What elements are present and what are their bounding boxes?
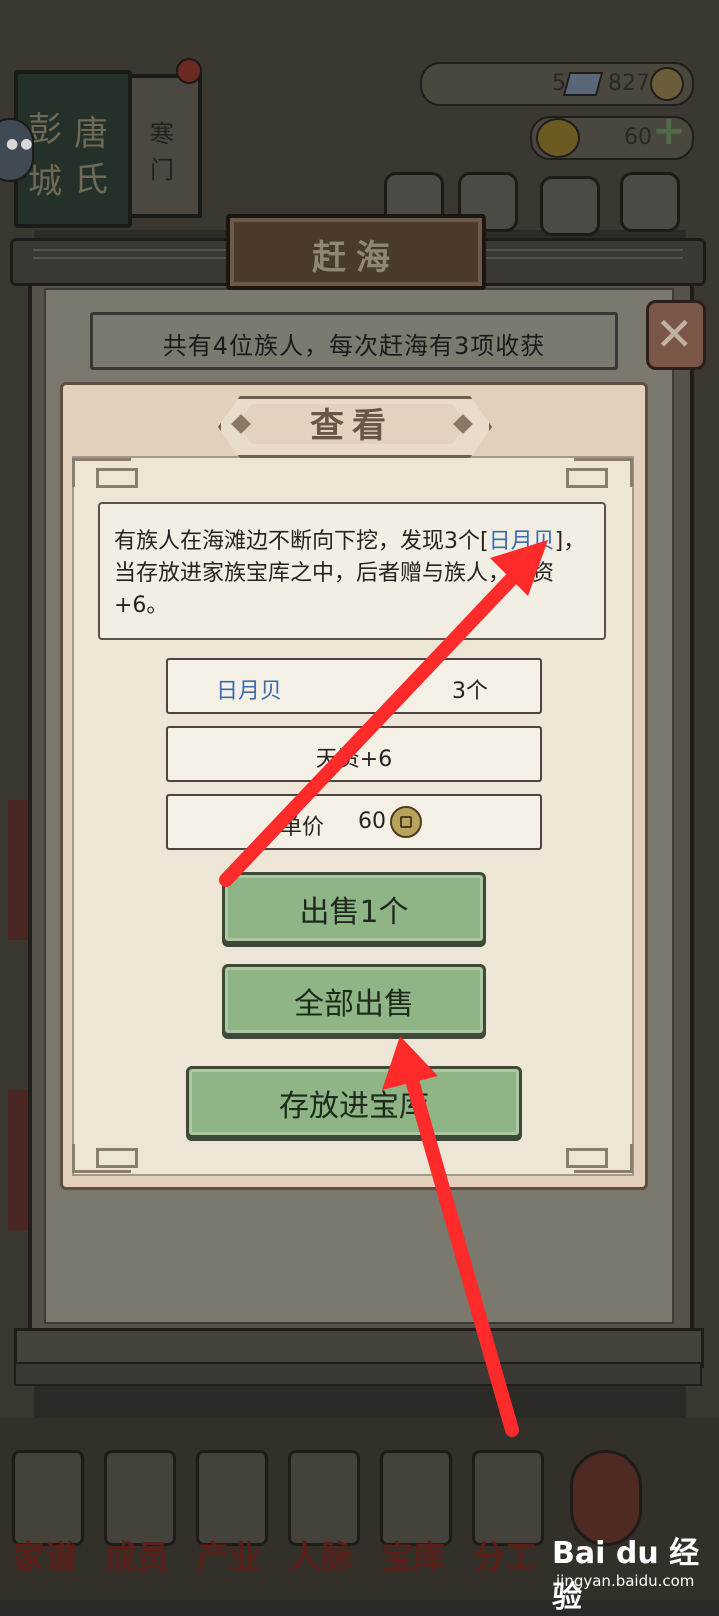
food-count: 60 bbox=[624, 125, 652, 150]
store-button[interactable]: 存放进宝库 bbox=[186, 1066, 522, 1138]
food-icon bbox=[536, 118, 580, 158]
notification-dot bbox=[176, 58, 202, 84]
nav-label: 人脉 bbox=[288, 1538, 353, 1576]
price-row: 单价 60 bbox=[166, 794, 542, 850]
price-label: 单价 bbox=[280, 815, 325, 840]
info-text: 共有4位族人，每次赶海有3项收获 bbox=[162, 332, 546, 360]
nav-item-treasury[interactable]: 宝库 bbox=[370, 1440, 456, 1590]
nav-label: 分工 bbox=[472, 1538, 537, 1576]
gem-icon bbox=[562, 72, 604, 96]
description-text: 有族人在海滩边不断向下挖，发现3个[日月贝]，当存放进家族宝库之中，后者赠与族人… bbox=[114, 526, 594, 622]
store-label: 存放进宝库 bbox=[279, 1089, 429, 1124]
add-food-icon[interactable]: + bbox=[652, 108, 686, 154]
plaque-char: 氏 bbox=[74, 160, 108, 200]
globe-icon[interactable] bbox=[620, 172, 680, 232]
close-button[interactable]: ✕ bbox=[646, 300, 706, 370]
corner-ornament bbox=[96, 1148, 138, 1168]
plaque-char: 寒 bbox=[150, 120, 174, 148]
clan-status-plaque: 寒 门 bbox=[128, 74, 202, 218]
sell-all-button[interactable]: 全部出售 bbox=[222, 964, 486, 1036]
item-count: 3个 bbox=[452, 679, 488, 704]
nav-item-division[interactable]: 分工 bbox=[462, 1440, 548, 1590]
window-title-plaque: 赶海 bbox=[226, 214, 486, 290]
item-name: 日月贝 bbox=[216, 679, 283, 704]
sell-one-label: 出售1个 bbox=[299, 895, 409, 930]
nav-label: 家谱 bbox=[12, 1538, 77, 1576]
item-row: 日月贝 3个 bbox=[166, 658, 542, 714]
window-title: 赶海 bbox=[312, 238, 400, 278]
nav-label: 成员 bbox=[104, 1538, 169, 1576]
coin-count: 827 bbox=[608, 71, 650, 96]
window-base bbox=[14, 1362, 702, 1386]
price-value: 60 bbox=[358, 809, 386, 834]
sell-one-button[interactable]: 出售1个 bbox=[222, 872, 486, 944]
side-menu-button[interactable] bbox=[0, 118, 34, 182]
coin-icon bbox=[650, 67, 684, 101]
nav-label: 产业 bbox=[196, 1538, 261, 1576]
info-bar: 共有4位族人，每次赶海有3项收获 bbox=[90, 312, 618, 370]
nav-item-genealogy[interactable]: 家谱 bbox=[2, 1440, 88, 1590]
copper-coin-icon bbox=[390, 806, 422, 838]
nav-item-members[interactable]: 成员 bbox=[94, 1440, 180, 1590]
popup-title: 查看 bbox=[310, 406, 394, 446]
nav-item-connections[interactable]: 人脉 bbox=[278, 1440, 364, 1590]
sell-all-label: 全部出售 bbox=[294, 987, 414, 1022]
nav-item-industry[interactable]: 产业 bbox=[186, 1440, 272, 1590]
plaque-char: 门 bbox=[150, 156, 174, 184]
corner-ornament bbox=[566, 468, 608, 488]
fan-icon[interactable] bbox=[540, 176, 600, 236]
close-x-icon: ✕ bbox=[655, 307, 694, 361]
corner-ornament bbox=[566, 1148, 608, 1168]
item-link[interactable]: 日月贝 bbox=[489, 529, 555, 554]
description-part: 有族人在海滩边不断向下挖，发现3个[ bbox=[114, 529, 489, 554]
nav-label: 宝库 bbox=[380, 1538, 445, 1576]
baidu-watermark-url: jingyan.baidu.com bbox=[556, 1572, 695, 1590]
description-box: 有族人在海滩边不断向下挖，发现3个[日月贝]，当存放进家族宝库之中，后者赠与族人… bbox=[98, 502, 606, 640]
plaque-char: 唐 bbox=[74, 114, 108, 154]
effect-text: 天资+6 bbox=[315, 747, 393, 772]
effect-row: 天资+6 bbox=[166, 726, 542, 782]
corner-ornament bbox=[96, 468, 138, 488]
